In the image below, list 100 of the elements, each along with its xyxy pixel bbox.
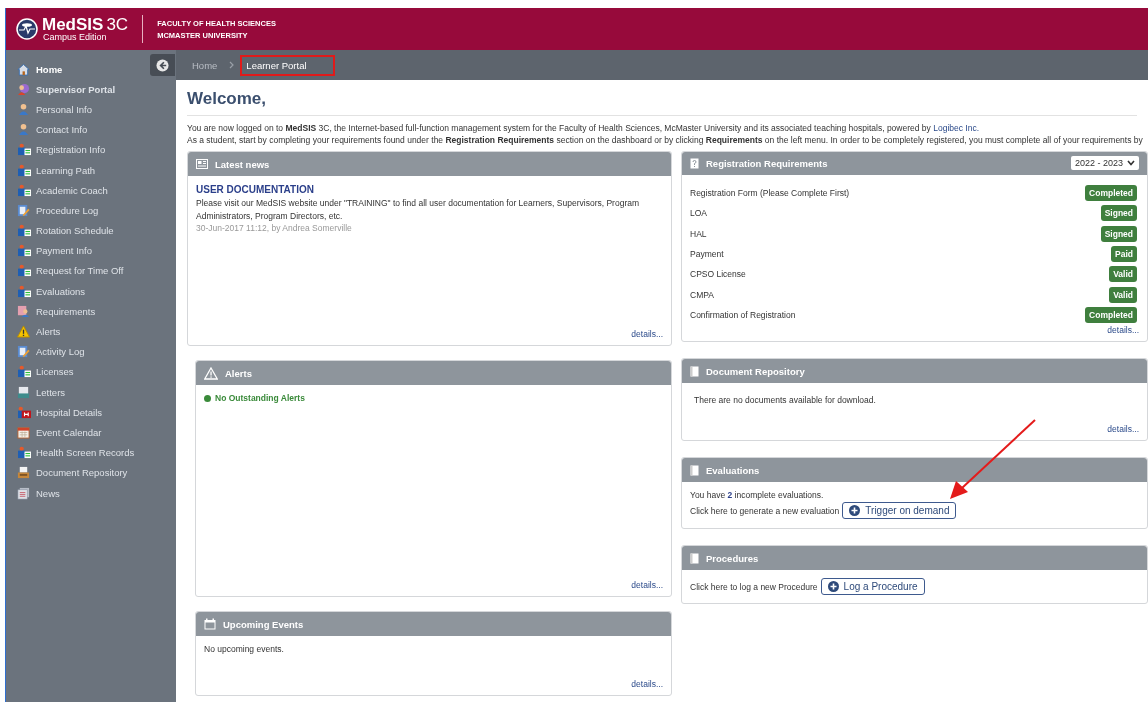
news-meta: 30-Jun-2017 11:12, by Andrea Somerville [196,222,352,234]
logo-subtitle: Campus Edition [43,33,108,42]
sidebar-item[interactable]: Contact Info [6,119,88,140]
sidebar-item[interactable]: Request for Time Off [6,260,124,282]
sidebar-item[interactable]: Health Screen Records [6,442,135,463]
logo-icon [16,18,38,40]
panel-title: Latest news [215,158,271,170]
person-list-icon [17,446,32,460]
page-title: Welcome, [187,89,1137,116]
alert-text: No Outstanding Alerts [215,393,305,403]
breadcrumb-link[interactable]: Home [186,54,224,76]
breadcrumb-link[interactable]: Learner Portal [240,54,335,76]
intro-text: You are now logged on to MedSIS 3C, the Internet-based full-function management system for the Faculty of Health Sciences, McMaster University and its associated teaching hospitals, powered by Logibec Inc. [187,122,981,134]
hospital-icon [17,405,32,419]
logo-title: MedSIS [42,16,104,33]
person-list-icon [17,244,32,258]
help-document-icon [690,157,699,169]
calendar-icon [17,425,32,439]
sidebar-item[interactable]: Requirements [6,301,96,322]
details-link[interactable]: details... [631,580,663,590]
panel-title: Document Repository [706,365,806,377]
status-badge: Valid [1109,286,1137,303]
sidebar-item[interactable]: Personal Info [6,99,92,120]
sidebar-item[interactable]: Rotation Schedule [6,220,114,241]
page-icon [690,464,699,476]
chevron-down-icon [1127,160,1135,167]
printer-icon [17,466,32,480]
requirement-name: Confirmation of Registration [690,309,796,320]
person-list-icon [17,163,32,177]
log-procedure-button[interactable]: Log a Procedure [820,578,925,595]
sidebar-item[interactable]: Academic Coach [6,180,108,201]
panel-title: Evaluations [706,464,761,476]
person-list-icon [17,264,32,278]
sidebar-item[interactable]: Hospital Details [6,402,102,423]
collapse-button[interactable] [150,54,175,76]
notepad-icon [17,345,32,359]
sidebar-item[interactable]: Home [6,59,63,80]
status-badge: Signed [1100,205,1137,222]
person-list-icon [17,284,32,298]
page-icon [690,552,699,564]
details-link[interactable]: details... [631,329,663,339]
sidebar-item[interactable]: Document Repository [6,462,128,483]
panel-title: Upcoming Events [223,618,305,630]
page-icon [690,365,699,377]
status-dot [204,394,211,402]
person-list-icon [17,224,32,238]
sidebar-item[interactable]: Licenses [6,361,74,382]
person-list-icon [17,143,32,157]
requirement-name: Registration Form (Please Complete First) [690,188,850,199]
details-link[interactable]: details... [1107,424,1139,434]
status-badge: Completed [1085,185,1137,202]
people-icon [17,82,32,96]
year-select[interactable]: 2022 - 2023 [1070,156,1139,171]
news-body: Please visit our MedSIS website under "TRAINING" to find all user documentation for Learners, Supervisors, Program Administrators, Program Directors, etc. [196,197,641,222]
prompt-text: Click here to generate a new evaluation [690,505,840,516]
evaluations-summary: You have 2 incomplete evaluations. [690,490,825,500]
sidebar-item[interactable]: Alerts [6,321,61,342]
notepad-icon [17,203,32,217]
company-link[interactable]: Logibec Inc. [933,123,980,133]
logo-version: 3C [106,16,129,33]
plus-circle-icon [827,581,839,592]
requirement-name: CPSO License [690,269,746,280]
details-link[interactable]: details... [1107,325,1139,335]
chevron-right-icon [229,61,235,69]
newspaper-icon [196,159,208,169]
home-icon [17,62,32,76]
prompt-text: Click here to log a new Procedure [690,581,818,592]
person-list-icon [17,183,32,197]
sidebar-item[interactable]: Event Calendar [6,422,102,443]
requirement-name: Payment [690,248,724,259]
requirement-name: LOA [690,208,707,219]
sidebar-item[interactable]: Learning Path [6,159,96,181]
newspaper-icon [17,486,32,500]
status-badge: Paid [1111,245,1137,262]
panel-title: Registration Requirements [706,157,829,169]
warning-icon [17,325,32,339]
details-link[interactable]: details... [631,679,663,689]
warning-icon [204,366,218,380]
empty-message: There are no documents available for download. [693,394,877,405]
sidebar-item[interactable]: Supervisor Portal [6,79,116,100]
instructions-text: As a student, start by completing your requirements found under the Registration Requirements section on the dashboard or by clicking Requirements on the left menu. In order to be completely registered, you must complete all of your requirements by [187,134,1144,146]
back-arrow-icon [156,58,169,72]
news-headline[interactable]: USER DOCUMENTATION [196,184,314,195]
panel-title: Procedures [706,552,760,564]
sidebar-item[interactable]: Letters [6,382,66,403]
sidebar-item[interactable]: Procedure Log [6,200,99,221]
mail-icon [17,385,32,399]
sidebar-item[interactable]: Activity Log [6,341,85,362]
trigger-button[interactable]: Trigger on demand [842,502,957,519]
requirement-name: CMPA [690,289,714,300]
sidebar-item[interactable]: Registration Info [6,139,106,160]
sidebar-item[interactable]: Payment Info [6,240,92,261]
person-list-icon [17,365,32,379]
empty-message: No upcoming events. [204,644,285,654]
plus-circle-icon [849,505,861,516]
status-badge: Signed [1100,225,1137,242]
calendar-icon [204,618,216,630]
sidebar-item[interactable]: Evaluations [6,281,86,302]
status-badge: Completed [1085,306,1137,323]
sidebar-item[interactable]: News [6,482,60,504]
